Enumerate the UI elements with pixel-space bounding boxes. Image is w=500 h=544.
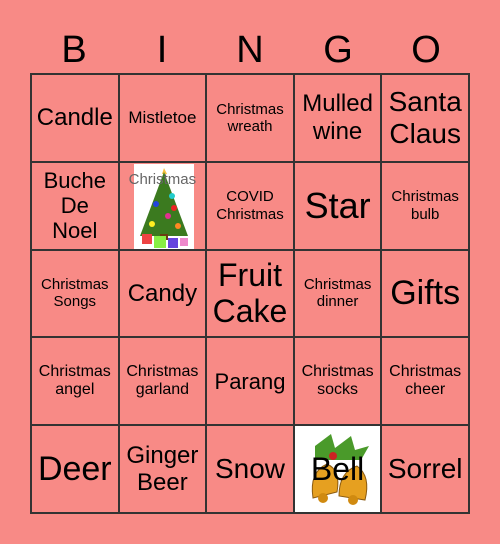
bingo-cell[interactable]: Ginger Beer xyxy=(118,425,207,513)
cell-label: Candle xyxy=(36,104,113,132)
cell-label: Christmas cheer xyxy=(389,362,462,399)
header-letter: N xyxy=(236,29,264,71)
cell-label: Parang xyxy=(214,368,286,394)
bingo-cell[interactable]: Snow xyxy=(206,425,294,513)
cell-label: Deer xyxy=(37,449,112,488)
bingo-cell[interactable]: COVID Christmas xyxy=(206,161,294,250)
bingo-cell[interactable]: Star xyxy=(293,161,382,250)
cell-label: Christmas socks xyxy=(301,362,374,399)
bingo-cell[interactable]: Christmas angel xyxy=(31,337,119,426)
cell-label: Sorrel xyxy=(387,453,463,484)
cell-label: Star xyxy=(304,185,371,226)
bingo-cell[interactable]: Christmas wreath xyxy=(206,74,294,162)
bingo-cell[interactable]: Christmas cheer xyxy=(381,337,469,426)
cell-label: Christmas angel xyxy=(38,362,111,399)
cell-label: Santa Claus xyxy=(388,85,462,149)
bingo-cell[interactable]: Bell xyxy=(293,425,382,513)
bingo-cell[interactable]: Christmas dinner xyxy=(293,249,382,338)
header-letter: O xyxy=(411,29,441,71)
bingo-cell[interactable]: Christmas socks xyxy=(293,337,382,426)
bingo-cell[interactable]: Christmas xyxy=(118,161,207,250)
bingo-cell[interactable]: Santa Claus xyxy=(381,74,469,162)
header-letter: G xyxy=(323,29,353,71)
bingo-header: B I N G O xyxy=(30,28,470,72)
cell-label: Christmas xyxy=(128,170,197,188)
bingo-cell[interactable]: Christmas garland xyxy=(118,337,207,426)
header-letter: I xyxy=(156,29,168,71)
cell-label: Christmas Songs xyxy=(41,276,109,311)
cell-label: Mulled wine xyxy=(302,90,373,145)
bingo-cell[interactable]: Fruit Cake xyxy=(206,249,294,338)
cell-label: Mistletoe xyxy=(128,108,197,128)
cell-label: Snow xyxy=(214,453,286,484)
cell-label: Ginger Beer xyxy=(126,441,199,497)
cell-label: Christmas garland xyxy=(126,362,199,399)
cell-label: Christmas bulb xyxy=(391,188,459,223)
bingo-cell[interactable]: Christmas Songs xyxy=(31,249,119,338)
bingo-card: Candle Mistletoe Christmas wreath Mulled wi… xyxy=(30,73,470,514)
bingo-cell[interactable]: Mulled wine xyxy=(293,74,382,162)
cell-label: Christmas wreath xyxy=(216,100,284,135)
bingo-cell[interactable]: Mistletoe xyxy=(118,74,207,162)
bingo-cell[interactable]: Deer xyxy=(31,425,119,513)
cell-label: COVID Christmas xyxy=(216,188,284,223)
cell-label: Fruit Cake xyxy=(212,256,288,330)
bingo-cell[interactable]: Buche De Noel xyxy=(31,161,119,250)
cell-label: Buche De Noel xyxy=(43,167,106,244)
bingo-cell[interactable]: Candle xyxy=(31,74,119,162)
bingo-cell[interactable]: Gifts xyxy=(381,249,469,338)
bingo-cell[interactable]: Parang xyxy=(206,337,294,426)
bingo-cell[interactable]: Christmas bulb xyxy=(381,161,469,250)
header-letter: B xyxy=(61,29,87,71)
cell-label: Gifts xyxy=(390,273,461,312)
bingo-cell[interactable]: Sorrel xyxy=(381,425,469,513)
cell-label: Candy xyxy=(127,279,198,307)
bingo-cell[interactable]: Candy xyxy=(118,249,207,338)
cell-label: Bell xyxy=(310,450,365,487)
cell-label: Christmas dinner xyxy=(303,276,372,311)
